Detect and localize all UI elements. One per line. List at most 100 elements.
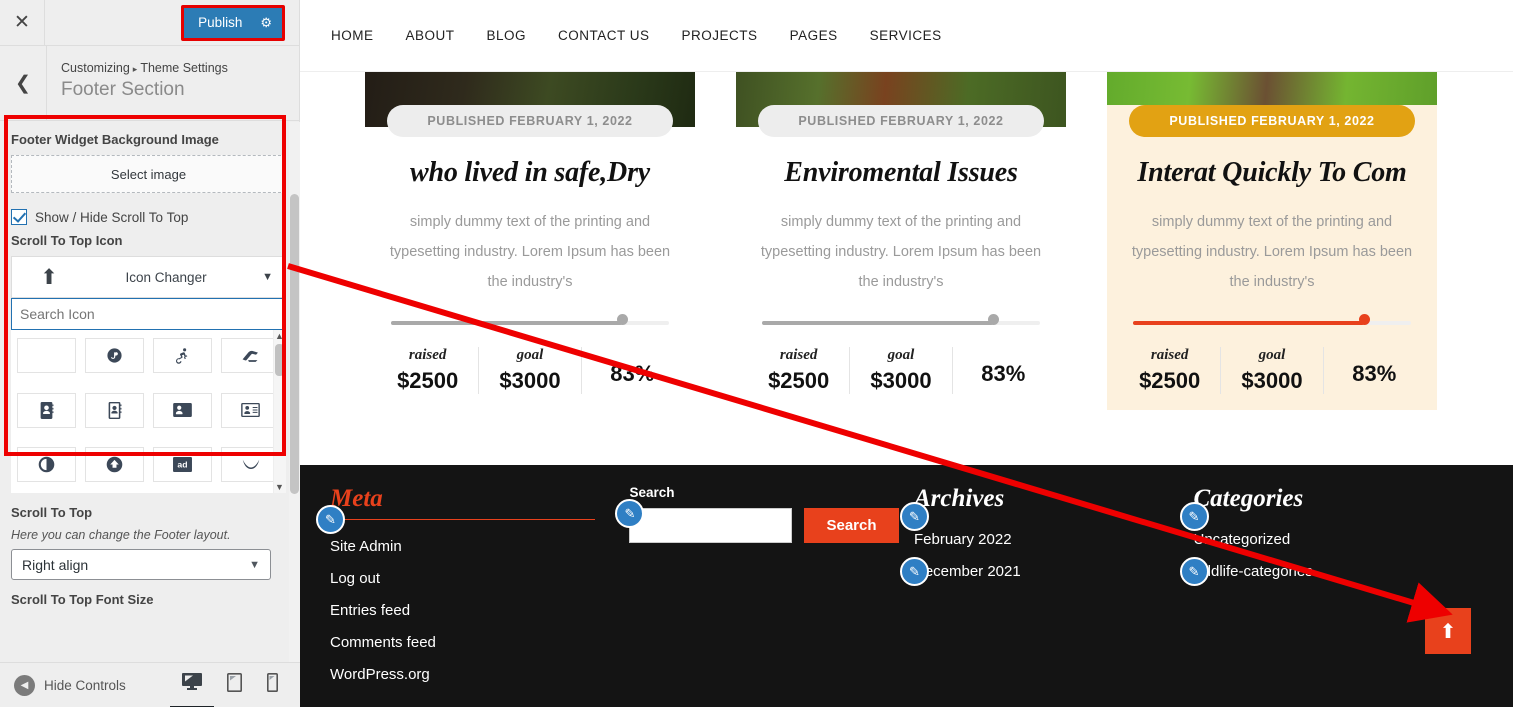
select-image-button[interactable]: Select image xyxy=(11,155,286,193)
stat-goal-label: goal xyxy=(887,347,915,363)
background-image-control: Footer Widget Background Image Select im… xyxy=(0,122,300,225)
address-card-outline-icon[interactable] xyxy=(221,392,280,428)
customizer-panel: ✕ Publish ⚙ ❮ Customizing ▸ Theme Settings… xyxy=(0,0,300,707)
card-title[interactable]: who lived in safe,Dry xyxy=(377,157,683,189)
search-button[interactable]: Search xyxy=(804,508,899,543)
arrow-alt-circle-up-icon[interactable] xyxy=(85,447,144,483)
background-image-label: Footer Widget Background Image xyxy=(11,132,219,147)
address-book-icon[interactable] xyxy=(17,392,76,428)
breadcrumb-root[interactable]: Customizing xyxy=(61,61,130,75)
site-main-navigation: HOME ABOUT BLOG CONTACT US PROJECTS PAGE… xyxy=(300,0,1513,72)
icon-cell-blank[interactable] xyxy=(17,338,76,373)
footer-layout-select[interactable]: Right align ▼ xyxy=(11,549,271,580)
adn-icon[interactable] xyxy=(221,447,280,483)
icon-changer-toggle[interactable]: ⬆ Icon Changer ▼ xyxy=(11,256,286,298)
ad-icon[interactable]: ad xyxy=(153,447,212,483)
accessible-icon[interactable] xyxy=(153,338,212,373)
show-hide-scroll-top-label: Show / Hide Scroll To Top xyxy=(35,209,189,225)
category-link-uncategorized[interactable]: Uncategorized xyxy=(1194,531,1291,548)
gear-icon[interactable]: ⚙ xyxy=(260,15,272,31)
tablet-preview-icon[interactable] xyxy=(227,673,242,697)
scroll-up-arrow-icon[interactable]: ▲ xyxy=(274,331,285,341)
edit-pencil-icon[interactable]: ✎ xyxy=(899,557,929,586)
icon-grid-scrollbar-thumb[interactable] xyxy=(275,344,284,376)
stat-percent: 83% xyxy=(582,347,683,394)
published-date-badge: PUBLISHED FEBRUARY 1, 2022 xyxy=(387,105,673,137)
archive-link-december-2021[interactable]: December 2021 xyxy=(914,563,1021,580)
edit-pencil-icon[interactable]: ✎ xyxy=(1179,502,1209,531)
breadcrumb-parent[interactable]: Theme Settings xyxy=(140,61,228,75)
nav-item-services[interactable]: SERVICES xyxy=(854,28,958,43)
scroll-to-top-button[interactable]: ⬆ xyxy=(1425,608,1471,654)
card-description: simply dummy text of the printing and ty… xyxy=(389,214,671,290)
breadcrumb-separator-icon: ▸ xyxy=(132,64,138,74)
progress-slider[interactable] xyxy=(377,314,683,329)
nav-item-contact-us[interactable]: CONTACT US xyxy=(542,28,666,43)
mobile-preview-icon[interactable] xyxy=(267,673,278,697)
nav-item-about[interactable]: ABOUT xyxy=(390,28,471,43)
scroll-down-arrow-icon[interactable]: ▼ xyxy=(274,482,285,492)
edit-pencil-icon[interactable]: ✎ xyxy=(899,502,929,531)
nav-item-pages[interactable]: PAGES xyxy=(774,28,854,43)
progress-knob[interactable] xyxy=(1358,314,1370,325)
address-card-icon[interactable] xyxy=(153,392,212,428)
stat-goal-label: goal xyxy=(1258,347,1286,363)
stat-goal-value: $3000 xyxy=(1241,368,1303,393)
panel-scrollbar[interactable] xyxy=(289,122,300,663)
icon-grid-scrollbar[interactable]: ▲ ▼ xyxy=(273,330,286,493)
meta-link-site-admin[interactable]: Site Admin xyxy=(330,538,402,555)
archive-link-february-2022[interactable]: February 2022 xyxy=(914,531,1012,548)
publish-button[interactable]: Publish ⚙ xyxy=(184,7,282,38)
card-title[interactable]: Interat Quickly To Com xyxy=(1119,157,1425,189)
campaign-card: PUBLISHED FEBRUARY 1, 2022 who lived in … xyxy=(365,72,695,410)
nav-item-projects[interactable]: PROJECTS xyxy=(666,28,774,43)
stat-raised: raised $2500 xyxy=(748,347,851,394)
footer-layout-selected-value: Right align xyxy=(22,556,89,573)
chevron-down-icon[interactable]: ▼ xyxy=(262,271,273,283)
customizer-header: ❮ Customizing ▸ Theme Settings Footer Sect… xyxy=(0,46,299,121)
nav-item-blog[interactable]: BLOG xyxy=(471,28,543,43)
site-preview: HOME ABOUT BLOG CONTACT US PROJECTS PAGE… xyxy=(300,0,1513,707)
footer-widget-meta: ✎ Meta Site Admin Log out Entries feed C… xyxy=(316,485,629,698)
show-hide-scroll-top-checkbox[interactable] xyxy=(11,209,27,225)
edit-pencil-icon[interactable]: ✎ xyxy=(1179,557,1209,586)
footer-widget-title: Meta xyxy=(330,485,383,512)
card-title[interactable]: Enviromental Issues xyxy=(748,157,1054,189)
show-hide-scroll-top-row[interactable]: Show / Hide Scroll To Top xyxy=(11,209,286,225)
address-book-outline-icon[interactable] xyxy=(85,392,144,428)
adjust-icon[interactable] xyxy=(17,447,76,483)
stat-raised-value: $2500 xyxy=(1139,368,1201,393)
customizer-footer: ◀ Hide Controls xyxy=(0,662,300,707)
published-date-badge: PUBLISHED FEBRUARY 1, 2022 xyxy=(1129,105,1415,137)
hide-controls-button[interactable]: ◀ Hide Controls xyxy=(0,674,126,696)
meta-link-entries-feed[interactable]: Entries feed xyxy=(330,602,410,619)
meta-link-comments-feed[interactable]: Comments feed xyxy=(330,634,436,651)
desktop-preview-icon[interactable] xyxy=(182,673,202,697)
meta-link-wordpress-org[interactable]: WordPress.org xyxy=(330,666,430,683)
nav-item-home[interactable]: HOME xyxy=(315,28,390,43)
search-input[interactable] xyxy=(629,508,793,543)
close-icon[interactable]: ✕ xyxy=(0,0,45,45)
search-icon-input[interactable] xyxy=(11,298,286,330)
five-hundred-px-icon[interactable] xyxy=(85,338,144,373)
progress-fill xyxy=(762,321,993,325)
list-item: Uncategorized xyxy=(1194,531,1484,549)
progress-slider[interactable] xyxy=(748,314,1054,329)
list-item: wildlife-categories xyxy=(1194,563,1484,581)
stat-goal: goal $3000 xyxy=(479,347,582,394)
edit-pencil-icon[interactable]: ✎ xyxy=(316,505,345,534)
progress-knob[interactable] xyxy=(987,314,999,325)
stat-raised-value: $2500 xyxy=(768,368,830,393)
meta-link-log-out[interactable]: Log out xyxy=(330,570,380,587)
progress-slider[interactable] xyxy=(1119,314,1425,329)
stat-raised-value: $2500 xyxy=(397,368,459,393)
back-chevron-icon[interactable]: ❮ xyxy=(0,46,47,120)
accusoft-icon[interactable] xyxy=(221,338,280,373)
stat-goal-value: $3000 xyxy=(499,368,561,393)
category-link-wildlife-categories[interactable]: wildlife-categories xyxy=(1194,563,1313,580)
progress-knob[interactable] xyxy=(616,314,628,325)
search-form: Search xyxy=(629,508,914,543)
chevron-down-icon: ▼ xyxy=(249,558,260,571)
panel-scrollbar-thumb[interactable] xyxy=(290,194,299,494)
scroll-to-top-icon-control: Scroll To Top Icon ⬆ Icon Changer ▼ Sear… xyxy=(0,233,300,493)
